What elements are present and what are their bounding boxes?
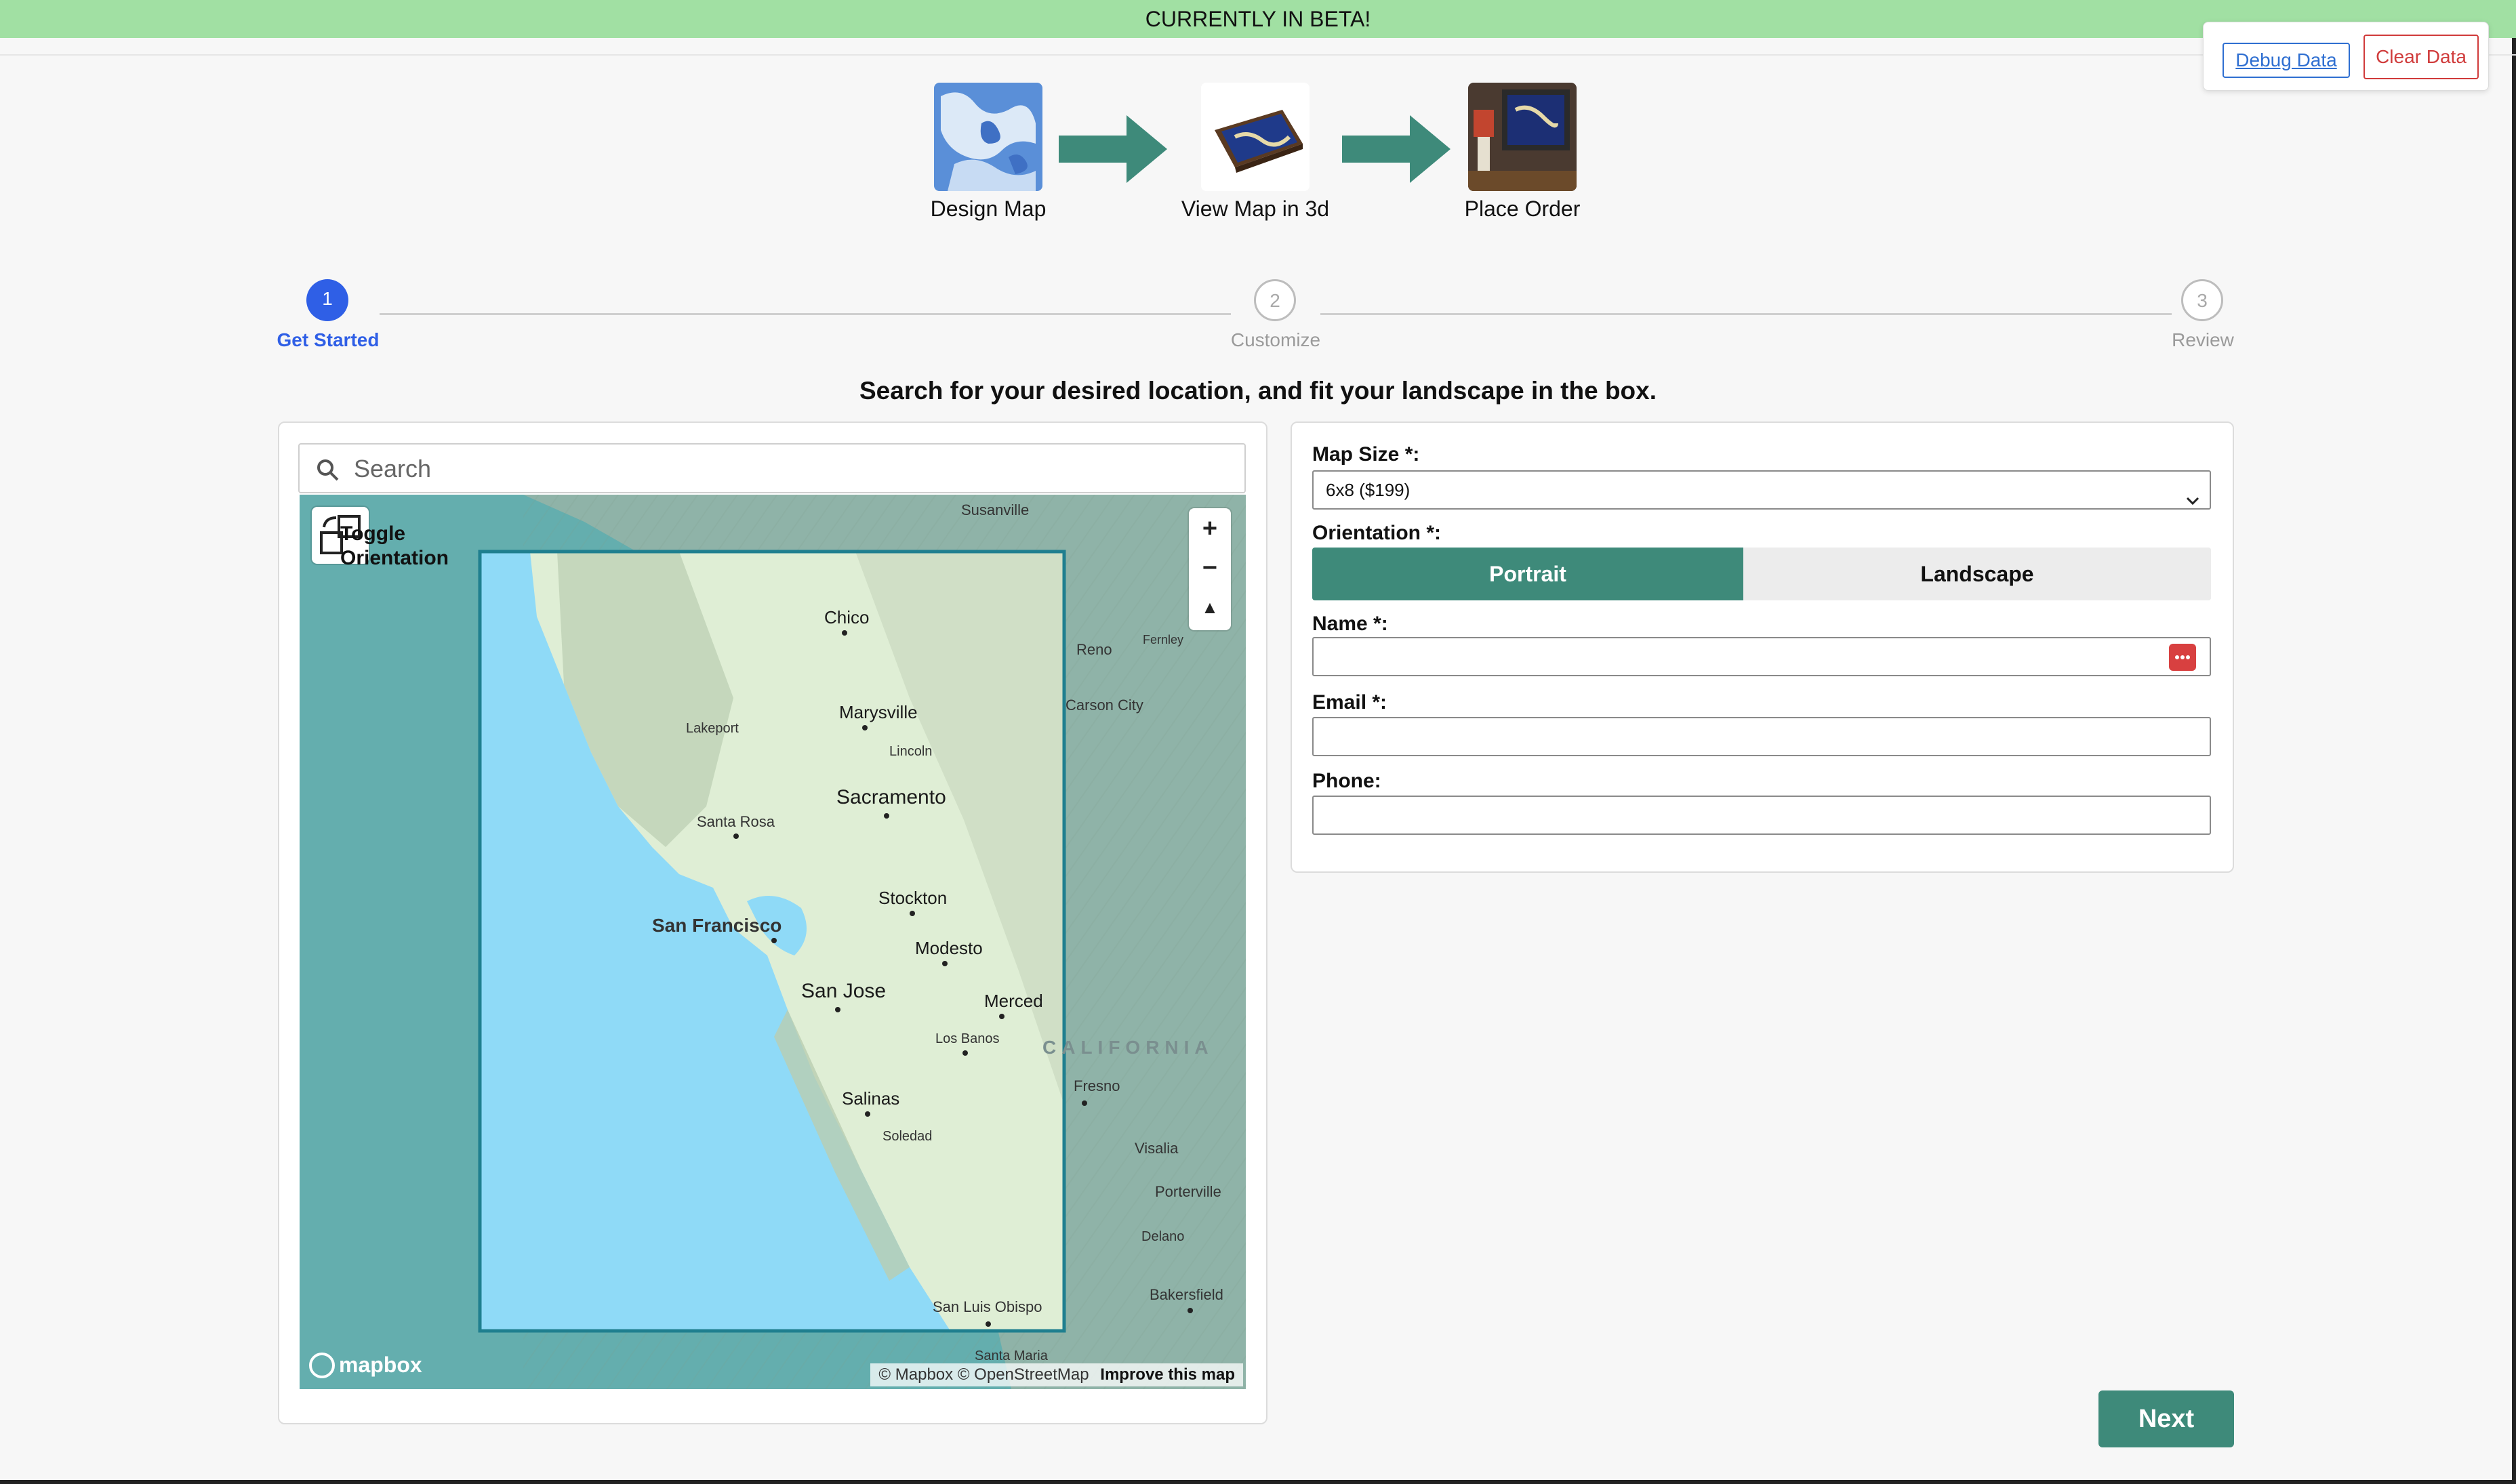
orientation-label: Orientation *: [1312,522,1442,544]
city-label: Lakeport [686,721,739,736]
flow-label-3d: View Map in 3d [1181,197,1330,221]
map-size-value: 6x8 ($199) [1326,480,1411,500]
step-1-circle[interactable]: 1 [306,279,348,321]
map-canvas[interactable]: Toggle Orientation + − ▲ CALIFORNIA Susa… [300,495,1246,1389]
name-label: Name *: [1312,613,1388,635]
search-box [298,443,1246,493]
zoom-controls: + − ▲ [1189,508,1231,630]
city-label: Modesto [915,938,983,958]
banner-divider [0,54,2516,56]
city-dot [862,725,868,730]
city-label: Porterville [1155,1183,1221,1200]
city-label: San Francisco [652,915,782,936]
city-label: Soledad [882,1129,933,1144]
flow-label-design: Design Map [930,197,1047,221]
city-label: Merced [984,991,1043,1011]
city-label: Reno [1076,641,1112,658]
step-3-circle[interactable]: 3 [2181,279,2223,321]
mapbox-mark-icon [309,1352,335,1378]
city-label: Fernley [1143,633,1184,646]
toggle-orientation-label: Toggle Orientation [340,522,449,569]
city-label: Marysville [839,702,918,722]
debug-data-button[interactable]: Debug Data [2223,43,2350,78]
map-attribution: © Mapbox © OpenStreetMap Improve this ma… [870,1363,1243,1386]
city-label: Sacramento [836,786,946,808]
city-label: San Jose [801,980,887,1002]
arrow-right-icon [1342,115,1450,183]
city-label: Los Banos [935,1031,1000,1046]
city-dot [910,911,915,916]
landscape-button[interactable]: Landscape [1743,548,2211,600]
city-label: Visalia [1135,1140,1179,1157]
orientation-toggle: Portrait Landscape [1312,548,2211,600]
stepper-connector [1320,313,2172,315]
city-dot [842,630,847,636]
phone-label: Phone: [1312,770,1381,792]
beta-banner: CURRENTLY IN BETA! [0,0,2516,38]
next-button[interactable]: Next [2098,1390,2234,1447]
email-label: Email *: [1312,691,1387,714]
view-3d-image [1201,83,1310,191]
city-label: Bakersfield [1150,1286,1223,1303]
city-label: Santa Rosa [697,813,775,830]
map-size-select[interactable]: 6x8 ($199) [1312,470,2211,510]
design-map-image [934,83,1042,191]
city-dot [733,833,739,839]
name-field[interactable] [1312,637,2211,676]
chevron-down-icon [2185,484,2200,506]
city-dot [999,1014,1005,1019]
instructions-heading: Search for your desired location, and fi… [859,377,1657,405]
clear-data-button[interactable]: Clear Data [2363,35,2479,79]
zoom-in-button[interactable]: + [1190,510,1230,549]
city-label: Salinas [842,1088,900,1109]
city-label: Lincoln [889,744,933,759]
city-label: Santa Maria [975,1348,1048,1363]
phone-field[interactable] [1312,796,2211,835]
place-order-image [1468,83,1577,191]
search-icon [314,457,342,484]
city-label: Fresno [1074,1077,1120,1094]
zoom-out-button[interactable]: − [1190,549,1230,588]
search-input[interactable] [354,453,1221,485]
mapbox-logo[interactable]: mapbox [309,1351,422,1381]
city-dot [865,1111,870,1117]
region-label: CALIFORNIA [1042,1037,1214,1058]
city-dot [771,938,777,943]
city-label: San Luis Obispo [933,1298,1042,1315]
mapbox-wordmark: mapbox [339,1353,422,1378]
city-label: Carson City [1066,697,1143,714]
city-label: Delano [1141,1229,1185,1244]
city-label: Susanville [961,501,1030,518]
email-field[interactable] [1312,717,2211,756]
debug-panel: Debug Data Clear Data [2203,22,2489,91]
improve-map-link[interactable]: Improve this map [1100,1365,1235,1384]
city-dot [1082,1100,1087,1106]
map-size-label: Map Size *: [1312,443,1420,466]
app-frame: CURRENTLY IN BETA! Debug Data Clear Data… [0,0,2516,1484]
attribution-text[interactable]: © Mapbox © OpenStreetMap [878,1365,1089,1384]
city-dot [962,1050,968,1056]
password-manager-icon[interactable] [2169,644,2196,671]
city-label: Chico [824,607,870,627]
step-1-label: Get Started [277,329,380,350]
arrow-right-icon [1059,115,1167,183]
city-dot [1188,1308,1193,1313]
city-dot [884,813,889,819]
portrait-button[interactable]: Portrait [1312,548,1743,600]
stepper-connector [380,313,1231,315]
step-2-label: Customize [1230,329,1321,350]
compass-button[interactable]: ▲ [1190,588,1230,627]
step-3-label: Review [2172,329,2234,350]
city-dot [942,961,948,966]
city-dot [986,1321,991,1327]
city-label: Stockton [878,888,948,908]
step-2-circle[interactable]: 2 [1254,279,1296,321]
flow-label-order: Place Order [1464,197,1581,221]
city-dot [835,1007,840,1012]
